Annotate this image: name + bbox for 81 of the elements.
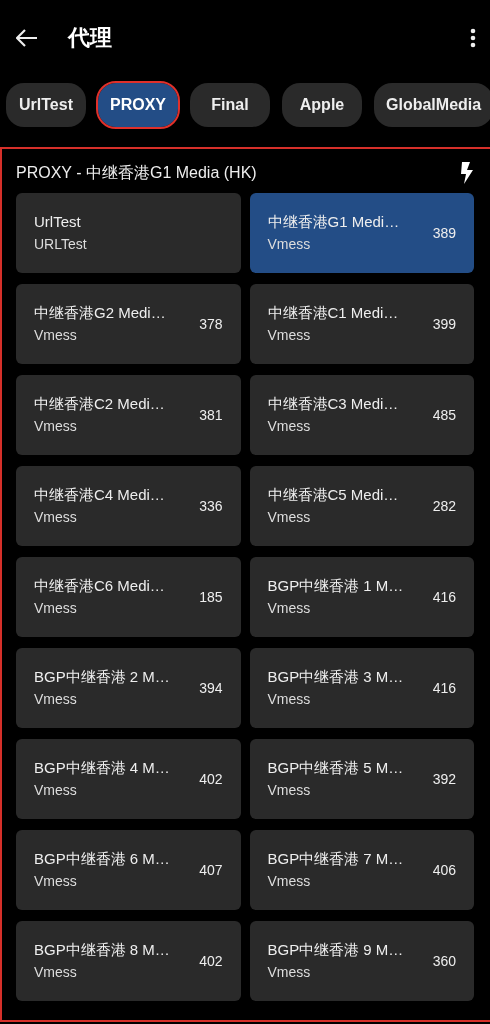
proxy-type: Vmess	[267, 689, 312, 709]
latency: 402	[199, 769, 223, 789]
proxy-card[interactable]: BGP中继香港 1 M… Vmess 416	[249, 557, 474, 637]
proxy-type: Vmess	[34, 962, 78, 982]
proxy-name: BGP中继香港 7 M…	[267, 849, 404, 870]
latency: 407	[199, 860, 223, 880]
proxy-type: Vmess	[34, 871, 78, 891]
latency: 416	[432, 587, 456, 607]
more-icon[interactable]	[470, 27, 476, 48]
proxy-name: BGP中继香港 4 M…	[34, 758, 170, 779]
proxy-type: Vmess	[34, 780, 78, 800]
proxy-type: Vmess	[34, 507, 78, 527]
latency: 336	[199, 496, 223, 516]
proxy-name: 中继香港C4 Medi…	[34, 485, 165, 506]
proxy-name: BGP中继香港 9 M…	[267, 940, 404, 961]
latency: 360	[432, 951, 456, 971]
proxy-card[interactable]: BGP中继香港 5 M… Vmess 392	[249, 739, 474, 819]
proxy-card[interactable]: BGP中继香港 7 M… Vmess 406	[249, 830, 474, 910]
proxy-type: URLTest	[34, 234, 87, 254]
proxy-card[interactable]: UrlTest URLTest	[16, 193, 241, 273]
proxy-card[interactable]: BGP中继香港 6 M… Vmess 407	[16, 830, 241, 910]
proxy-type: Vmess	[267, 416, 312, 436]
latency: 416	[432, 678, 456, 698]
proxy-name: 中继香港C2 Medi…	[34, 394, 165, 415]
proxy-type: Vmess	[267, 780, 312, 800]
proxy-card[interactable]: 中继香港G2 Medi… Vmess 378	[16, 284, 241, 364]
proxy-name: 中继香港G2 Medi…	[34, 303, 166, 324]
group-tab[interactable]: Apple	[282, 83, 362, 127]
proxy-name: BGP中继香港 1 M…	[267, 576, 404, 597]
proxy-name: UrlTest	[34, 212, 82, 233]
latency: 394	[199, 678, 223, 698]
latency: 485	[432, 405, 456, 425]
group-tab[interactable]: PROXY	[98, 83, 178, 127]
latency: 389	[432, 223, 456, 243]
latency: 406	[432, 860, 456, 880]
proxy-type: Vmess	[267, 325, 312, 345]
proxy-type: Vmess	[34, 325, 78, 345]
back-icon[interactable]	[16, 28, 38, 47]
proxy-card[interactable]: 中继香港C4 Medi… Vmess 336	[16, 466, 241, 546]
proxy-card[interactable]: 中继香港C1 Medi… Vmess 399	[249, 284, 474, 364]
proxy-card[interactable]: 中继香港C2 Medi… Vmess 381	[16, 375, 241, 455]
proxy-name: 中继香港C5 Medi…	[267, 485, 399, 506]
proxy-card[interactable]: 中继香港G1 Medi… Vmess 389	[249, 193, 474, 273]
group-tab[interactable]: GlobalMedia	[374, 83, 490, 127]
proxy-name: 中继香港C6 Medi…	[34, 576, 165, 597]
proxy-name: BGP中继香港 5 M…	[267, 758, 404, 779]
proxy-card[interactable]: BGP中继香港 2 M… Vmess 394	[16, 648, 241, 728]
proxy-name: BGP中继香港 6 M…	[34, 849, 170, 870]
proxy-card[interactable]: 中继香港C5 Medi… Vmess 282	[249, 466, 474, 546]
proxy-name: 中继香港C1 Medi…	[267, 303, 399, 324]
latency: 399	[432, 314, 456, 334]
proxy-type: Vmess	[34, 416, 78, 436]
latency: 392	[432, 769, 456, 789]
proxy-card[interactable]: 中继香港C6 Medi… Vmess 185	[16, 557, 241, 637]
proxy-name: 中继香港G1 Medi…	[267, 212, 400, 233]
proxy-card[interactable]: BGP中继香港 3 M… Vmess 416	[249, 648, 474, 728]
proxy-card[interactable]: BGP中继香港 8 M… Vmess 402	[16, 921, 241, 1001]
proxy-type: Vmess	[267, 871, 312, 891]
proxy-name: BGP中继香港 3 M…	[267, 667, 404, 688]
proxy-name: BGP中继香港 2 M…	[34, 667, 170, 688]
group-tab[interactable]: UrlTest	[6, 83, 86, 127]
proxy-type: Vmess	[267, 234, 312, 254]
proxy-type: Vmess	[267, 962, 312, 982]
latency: 378	[199, 314, 223, 334]
proxy-type: Vmess	[267, 598, 312, 618]
lightning-icon[interactable]	[460, 162, 474, 184]
proxy-type: Vmess	[34, 689, 78, 709]
proxy-name: BGP中继香港 8 M…	[34, 940, 170, 961]
proxy-name: 中继香港C3 Medi…	[267, 394, 399, 415]
proxy-type: Vmess	[267, 507, 312, 527]
proxy-type: Vmess	[34, 598, 78, 618]
latency: 282	[432, 496, 456, 516]
proxy-card[interactable]: 中继香港C3 Medi… Vmess 485	[249, 375, 474, 455]
page-title: 代理	[68, 24, 112, 52]
latency: 381	[199, 405, 223, 425]
group-tab[interactable]: Final	[190, 83, 270, 127]
proxy-card[interactable]: BGP中继香港 4 M… Vmess 402	[16, 739, 241, 819]
proxy-card[interactable]: BGP中继香港 9 M… Vmess 360	[249, 921, 474, 1001]
group-title: PROXY - 中继香港G1 Media (HK)	[16, 163, 257, 183]
latency: 185	[199, 587, 223, 607]
latency: 402	[199, 951, 223, 971]
